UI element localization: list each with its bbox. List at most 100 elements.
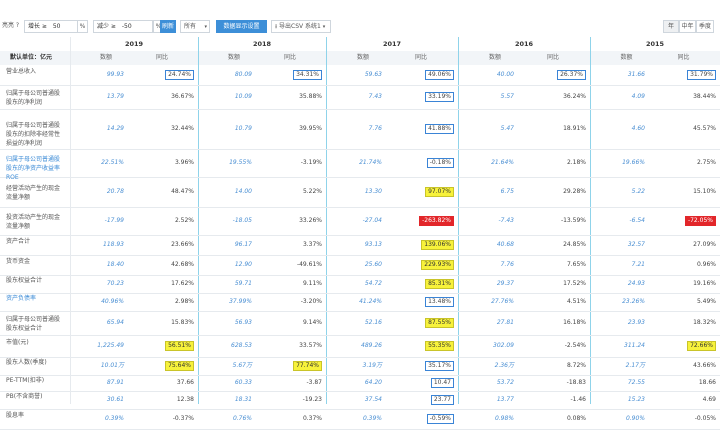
yoy-cell: 17.62% [171,280,194,287]
value-cell: 21.64% [491,159,514,166]
toolbar-title: 亮亮 ? [2,22,20,29]
value-cell: 489.26 [361,342,382,349]
yoy-cell: -72.05% [655,216,716,226]
row-label-0[interactable]: 营业总收入 [6,67,64,76]
yoy-cell: 2.98% [174,298,194,305]
yoy-cell: 97.07% [392,187,454,197]
period-select[interactable]: 所有 ▾ [180,20,210,33]
yoy-cell: -3.20% [300,298,322,305]
row-label-9[interactable]: 资产负债率 [6,294,64,303]
yoy-cell: -49.61% [296,261,322,268]
export-csv-button[interactable]: ⭳ 导出CSV 系统1 ▾ [271,20,331,33]
row-label-7[interactable]: 货币资金 [6,257,64,266]
yoy-badge: 49.06% [425,70,454,80]
value-column-header: 数额 [488,54,501,61]
row-label-3[interactable]: 归属于母公司普通股股东的净资产收益率ROE [6,155,64,182]
value-cell: 4.09 [631,93,645,100]
yoy-cell: 15.10% [693,188,716,195]
yoy-cell: -0.59% [392,414,454,424]
yoy-column-header: 同比 [155,54,168,61]
yoy-cell: 49.06% [392,70,454,80]
yoy-cell: 33.26% [299,217,322,224]
yoy-cell: 42.68% [171,261,194,268]
yoy-cell: 75.64% [134,361,194,371]
value-cell: 32.57 [627,241,645,248]
value-cell: 80.09 [234,71,252,78]
yoy-badge: 13.48% [425,297,454,307]
column-divider [198,37,199,404]
value-cell: 12.90 [234,261,252,268]
yoy-column-header: 同比 [677,54,690,61]
value-cell: 99.93 [106,71,124,78]
yoy-column-header: 同比 [546,54,559,61]
yoy-cell: -0.18% [392,158,454,168]
value-cell: 10.01万 [100,362,124,369]
yoy-badge: 87.55% [425,318,454,328]
row-label-15[interactable]: 股息率 [6,411,64,420]
value-cell: 65.94 [106,319,124,326]
yoy-cell: -3.19% [300,159,322,166]
value-cell: 0.39% [362,415,382,422]
value-cell: 70.23 [106,280,124,287]
row-label-1[interactable]: 归属于母公司普通股股东的净利润 [6,89,64,107]
year-header[interactable]: 2016 [458,39,590,49]
value-cell: -6.54 [629,217,645,224]
row-label-8[interactable]: 股东权益合计 [6,276,64,285]
yoy-cell: 5.22% [302,188,322,195]
year-header[interactable]: 2015 [590,39,720,49]
value-cell: 59.71 [234,280,252,287]
yoy-badge: 33.19% [425,92,454,102]
yoy-badge: 26.37% [557,70,586,80]
increase-filter-field[interactable]: 增长 ≥ 50 [24,20,78,33]
value-cell: -18.05 [232,217,252,224]
yoy-badge: 56.51% [165,341,194,351]
value-cell: 14.00 [234,188,252,195]
value-cell: 13.30 [364,188,382,195]
view-mid-button[interactable]: 中年 [679,20,696,33]
yoy-cell: 139.06% [392,240,454,250]
value-cell: -27.04 [362,217,382,224]
value-cell: 5.22 [631,188,645,195]
row-label-13[interactable]: PE-TTM(扣非) [6,376,64,385]
increase-filter-label: 增长 ≥ [28,23,47,30]
yoy-cell: 3.37% [302,241,322,248]
value-cell: 29.37 [496,280,514,287]
yoy-cell: 34.31% [262,70,322,80]
row-label-10[interactable]: 归属于母公司普通股股东权益合计 [6,315,64,333]
yoy-cell: -263.82% [392,216,454,226]
yoy-badge: -72.05% [684,216,716,226]
value-cell: 18.40 [106,261,124,268]
year-header[interactable]: 2018 [198,39,326,49]
yoy-cell: 13.48% [392,297,454,307]
display-settings-button[interactable]: 数据显示设置 [216,20,267,33]
row-label-5[interactable]: 投资活动产生的现金流量净额 [6,213,64,231]
value-cell: 22.51% [101,159,124,166]
value-cell: 27.81 [496,319,514,326]
value-column-header: 数额 [356,54,369,61]
row-divider [0,109,720,110]
row-divider [0,177,720,178]
row-label-12[interactable]: 股东人数(季度) [6,358,64,367]
value-cell: 1,225.49 [97,342,124,349]
view-quarter-button[interactable]: 季度 [696,20,714,33]
row-label-4[interactable]: 经营活动产生的现金流量净额 [6,184,64,202]
view-year-button[interactable]: 年 [663,20,679,33]
value-cell: 3.19万 [362,362,382,369]
year-header[interactable]: 2019 [70,39,198,49]
value-cell: -7.43 [498,217,514,224]
decrease-filter-field[interactable]: 减少 ≥ -50 [93,20,153,33]
year-header[interactable]: 2017 [326,39,458,49]
refresh-button[interactable]: 刷新 [160,20,176,33]
value-column-header: 数额 [227,54,240,61]
row-label-14[interactable]: PB(不含商誉) [6,392,64,401]
value-cell: 24.93 [627,280,645,287]
row-label-11[interactable]: 市值(元) [6,338,64,347]
yoy-cell: 45.57% [693,125,716,132]
yoy-cell: 9.14% [302,319,322,326]
yoy-cell: -3.87 [306,379,322,386]
yoy-badge: -0.18% [426,158,454,168]
row-label-6[interactable]: 资产合计 [6,237,64,246]
row-label-2[interactable]: 归属于母公司普通股股东的扣除非经常性损益的净利润 [6,121,64,148]
yoy-badge: 72.66% [687,341,716,351]
row-divider [0,311,720,312]
